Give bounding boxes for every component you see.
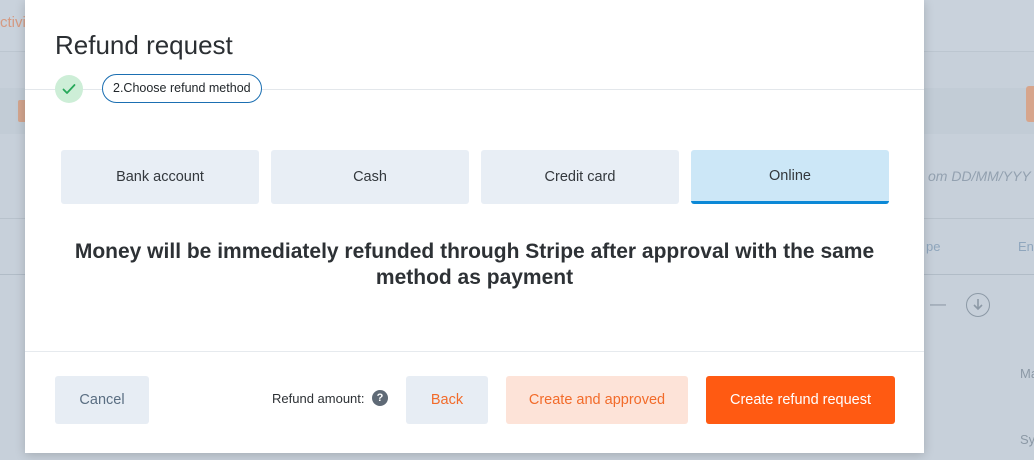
refund-method-tabs: Bank account Cash Credit card Online [61, 150, 889, 204]
method-cash[interactable]: Cash [271, 150, 469, 204]
method-label: Credit card [544, 169, 616, 185]
cancel-button[interactable]: Cancel [55, 376, 149, 424]
background-tab-label: ctivi [0, 14, 26, 31]
download-icon [966, 293, 990, 317]
check-icon [55, 75, 83, 103]
create-and-approved-button[interactable]: Create and approved [506, 376, 688, 424]
background-date-placeholder: om DD/MM/YYY [928, 168, 1031, 184]
refund-info-message: Money will be immediately refunded throu… [74, 240, 875, 289]
background-column-header: pe [926, 239, 941, 254]
method-label: Cash [353, 169, 387, 185]
background-button [1026, 86, 1034, 122]
refund-request-modal: Refund request 2.Choose refund method Ba… [25, 0, 924, 453]
footer-divider [25, 351, 924, 352]
background-dash: — [930, 296, 946, 313]
method-credit-card[interactable]: Credit card [481, 150, 679, 204]
refund-amount-label: Refund amount: [272, 391, 365, 406]
background-column-header: En [1018, 239, 1034, 254]
modal-title: Refund request [55, 30, 233, 60]
background-row-text: Sy [1020, 432, 1034, 447]
method-label: Online [769, 167, 811, 184]
current-step-badge: 2.Choose refund method [102, 74, 262, 103]
create-refund-request-button[interactable]: Create refund request [706, 376, 895, 424]
method-bank-account[interactable]: Bank account [61, 150, 259, 204]
method-label: Bank account [116, 169, 204, 185]
question-circle-icon[interactable]: ? [372, 390, 388, 406]
method-online[interactable]: Online [691, 150, 889, 204]
background-row-text: Ma [1020, 366, 1034, 381]
back-button[interactable]: Back [406, 376, 488, 424]
